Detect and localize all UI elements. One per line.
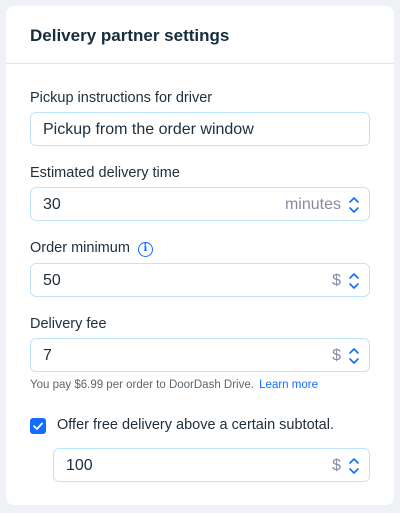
pickup-instructions-input[interactable]: Pickup from the order window: [30, 112, 370, 146]
free-delivery-subtotal-input[interactable]: 100 $: [53, 448, 370, 482]
delivery-fee-currency: $: [332, 347, 341, 364]
free-delivery-label: Offer free delivery above a certain subt…: [57, 417, 334, 433]
checkmark-icon: [33, 422, 43, 430]
order-minimum-currency: $: [332, 272, 341, 289]
order-minimum-stepper-icon[interactable]: [347, 269, 361, 293]
panel-title: Delivery partner settings: [30, 26, 230, 45]
delivery-fee-stepper-icon[interactable]: [347, 344, 361, 368]
order-minimum-input[interactable]: 50 $: [30, 263, 370, 297]
delivery-time-suffix: minutes: [284, 196, 341, 213]
delivery-fee-helper: You pay $6.99 per order to DoorDash Driv…: [30, 379, 318, 391]
free-delivery-stepper-icon[interactable]: [347, 454, 361, 478]
order-minimum-label-row: Order minimum i: [30, 240, 153, 257]
delivery-fee-value: 7: [43, 347, 52, 364]
delivery-time-value: 30: [43, 196, 61, 213]
delivery-fee-label: Delivery fee: [30, 316, 107, 332]
free-delivery-checkbox[interactable]: [30, 418, 46, 434]
panel-header: Delivery partner settings: [6, 6, 394, 64]
pickup-instructions-value: Pickup from the order window: [43, 121, 254, 138]
delivery-fee-input[interactable]: 7 $: [30, 338, 370, 372]
learn-more-link[interactable]: Learn more: [259, 379, 318, 391]
free-delivery-subtotal-value: 100: [66, 457, 93, 474]
order-minimum-label: Order minimum: [30, 240, 130, 256]
free-delivery-currency: $: [332, 457, 341, 474]
delivery-settings-panel: Delivery partner settings Pickup instruc…: [6, 6, 394, 505]
pickup-instructions-label: Pickup instructions for driver: [30, 90, 213, 106]
delivery-fee-helper-text: You pay $6.99 per order to DoorDash Driv…: [30, 379, 254, 391]
order-minimum-value: 50: [43, 272, 61, 289]
delivery-time-stepper-icon[interactable]: [347, 193, 361, 217]
delivery-time-input[interactable]: 30 minutes: [30, 187, 370, 221]
delivery-time-label: Estimated delivery time: [30, 165, 180, 181]
info-icon[interactable]: i: [137, 242, 153, 257]
